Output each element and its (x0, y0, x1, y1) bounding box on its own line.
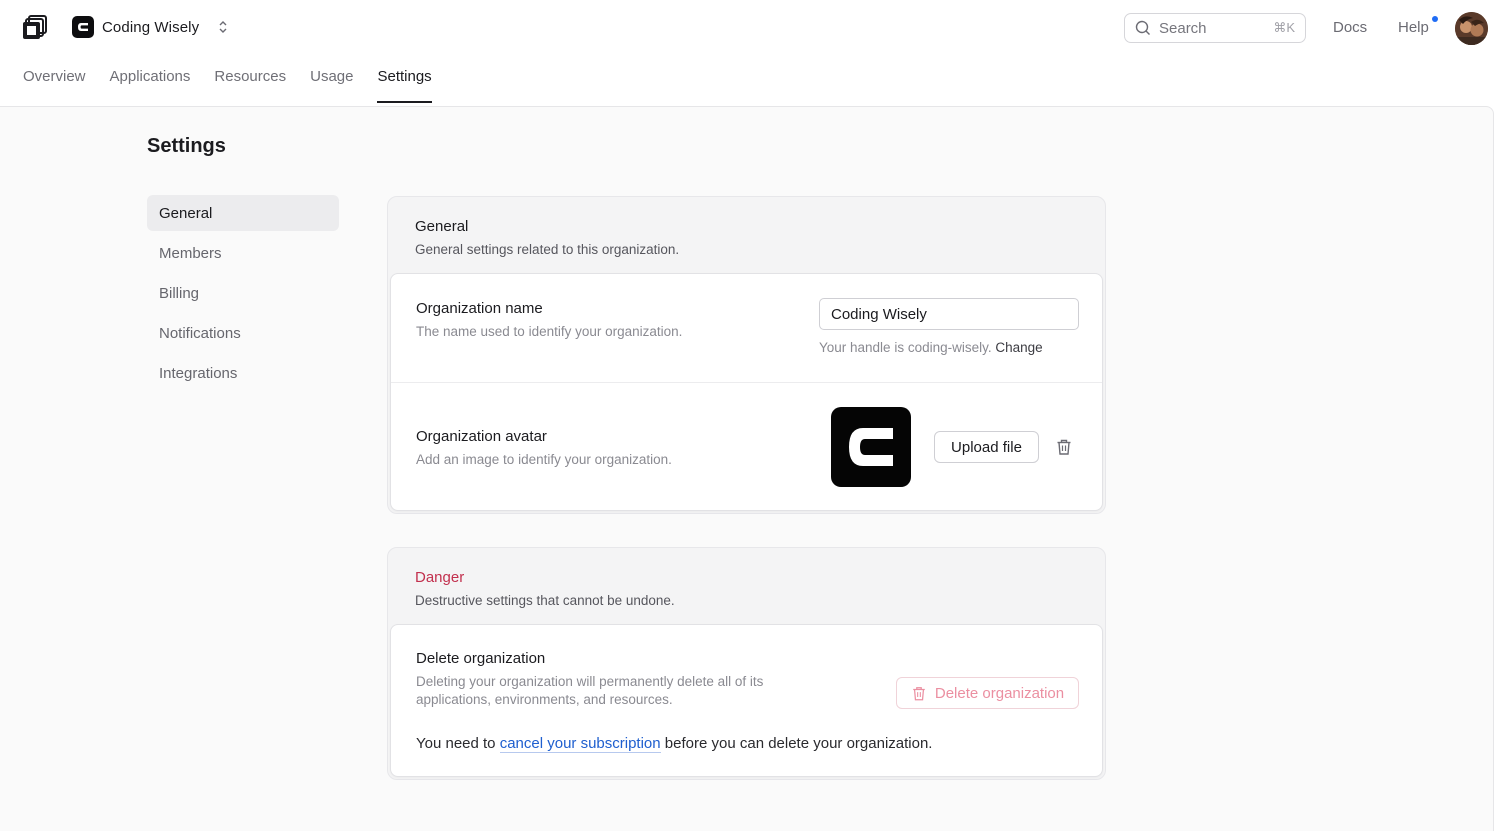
org-avatar-image (831, 407, 911, 487)
cancel-subscription-note: You need to cancel your subscription bef… (416, 735, 933, 753)
search-placeholder: Search (1159, 19, 1207, 37)
sidebar-item-billing[interactable]: Billing (147, 275, 339, 311)
general-settings-card: General General settings related to this… (387, 196, 1106, 514)
help-link[interactable]: Help (1398, 19, 1429, 36)
tab-overview[interactable]: Overview (23, 68, 86, 103)
org-name-row: Organization name The name used to ident… (391, 274, 1102, 383)
delete-organization-button[interactable]: Delete organization (896, 677, 1079, 709)
org-logo-icon (72, 16, 94, 38)
tab-applications[interactable]: Applications (110, 68, 191, 103)
org-switcher[interactable]: Coding Wisely (72, 16, 229, 38)
delete-org-title: Delete organization (416, 650, 546, 667)
notification-dot (1432, 16, 1438, 22)
cancel-subscription-link[interactable]: cancel your subscription (499, 735, 661, 753)
chevron-up-down-icon (219, 21, 227, 33)
sidebar-item-integrations[interactable]: Integrations (147, 355, 339, 391)
trash-icon (1057, 439, 1071, 455)
search-input[interactable]: Search ⌘K (1124, 13, 1306, 43)
org-avatar-row: Organization avatar Add an image to iden… (391, 383, 1102, 510)
search-icon (1135, 20, 1150, 35)
tab-settings[interactable]: Settings (377, 68, 432, 103)
tab-resources[interactable]: Resources (214, 68, 286, 103)
docs-link[interactable]: Docs (1333, 19, 1367, 36)
org-avatar-title: Organization avatar (416, 428, 547, 445)
note-suffix: before you can delete your organization. (664, 735, 933, 752)
org-name-title: Organization name (416, 300, 543, 317)
sidebar-item-members[interactable]: Members (147, 235, 339, 271)
general-section-description: General settings related to this organiz… (415, 242, 680, 257)
top-bar: Coding Wisely Search ⌘K Docs Help (0, 0, 1498, 56)
handle-note: Your handle is coding-wisely. Change (819, 340, 1043, 355)
general-section-title: General (415, 218, 469, 235)
tab-usage[interactable]: Usage (310, 68, 353, 103)
delete-avatar-button[interactable] (1052, 435, 1076, 459)
sidebar-item-general[interactable]: General (147, 195, 339, 231)
handle-text: Your handle is coding-wisely. (819, 340, 992, 355)
org-name-description: The name used to identify your organizat… (416, 324, 683, 339)
delete-organization-label: Delete organization (934, 684, 1065, 702)
danger-section-description: Destructive settings that cannot be undo… (415, 593, 675, 608)
search-shortcut: ⌘K (1273, 20, 1295, 35)
sidebar-item-notifications[interactable]: Notifications (147, 315, 339, 351)
top-tabs: Overview Applications Resources Usage Se… (23, 68, 432, 103)
delete-org-row: Delete organization Deleting your organi… (391, 625, 1102, 776)
trash-icon (913, 686, 925, 700)
org-name: Coding Wisely (102, 18, 200, 36)
change-handle-link[interactable]: Change (995, 340, 1042, 355)
upload-file-button[interactable]: Upload file (934, 431, 1039, 463)
danger-section-title: Danger (415, 569, 465, 586)
note-prefix: You need to (416, 735, 496, 752)
main-content: Settings General Members Billing Notific… (0, 106, 1494, 831)
danger-settings-card: Danger Destructive settings that cannot … (387, 547, 1106, 780)
delete-org-description-1: Deleting your organization will permanen… (416, 674, 764, 689)
app-logo-icon[interactable] (22, 15, 48, 41)
settings-sidebar: General Members Billing Notifications In… (147, 195, 339, 395)
org-name-field[interactable] (819, 298, 1079, 330)
delete-org-description-2: applications, environments, and resource… (416, 692, 673, 707)
page-title: Settings (147, 135, 226, 157)
user-avatar[interactable] (1455, 12, 1488, 45)
org-avatar-description: Add an image to identify your organizati… (416, 452, 672, 467)
